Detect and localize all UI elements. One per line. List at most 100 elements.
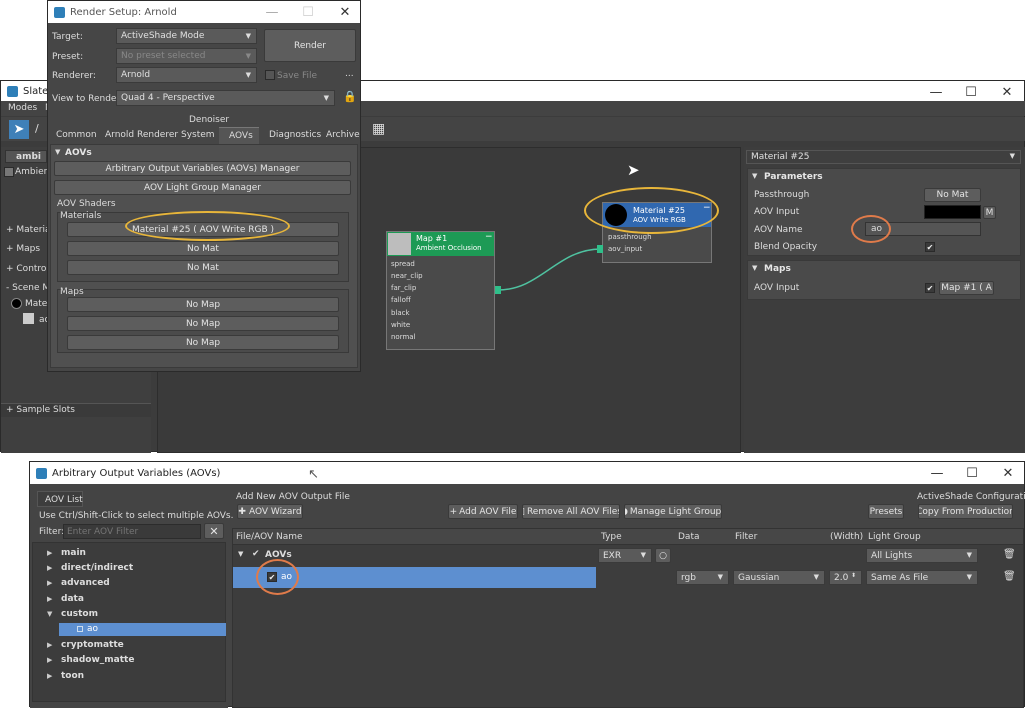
tab-system[interactable]: System <box>181 130 215 140</box>
renderer-dropdown[interactable]: Arnold ▼ <box>116 67 257 83</box>
col-type[interactable]: Type <box>601 532 622 542</box>
maps-aov-input-check[interactable]: ✔ <box>925 283 935 293</box>
tree-cryptomatte[interactable]: ▶ cryptomatte <box>47 640 124 650</box>
tree-custom[interactable]: ▼ custom <box>47 609 98 619</box>
col-width[interactable]: (Width) <box>830 532 863 542</box>
tree-custom-ao[interactable]: ao <box>59 623 226 636</box>
save-file-browse[interactable]: ... <box>345 69 354 79</box>
filter-label: Filter: <box>39 527 65 537</box>
tree-direct-indirect[interactable]: ▶ direct/indirect <box>47 563 133 573</box>
aov-filter-input[interactable] <box>63 524 201 539</box>
col-light-group[interactable]: Light Group <box>868 532 921 542</box>
copy-from-production-button[interactable]: Copy From Production <box>918 504 1013 519</box>
aov-input-color[interactable] <box>924 205 981 219</box>
port-aov-input[interactable]: aov_input <box>608 245 642 253</box>
close-icon[interactable]: ✕ <box>991 462 1025 484</box>
port-white[interactable]: white <box>391 321 410 329</box>
tree-shadow-matte[interactable]: ▶ shadow_matte <box>47 655 134 665</box>
tree-toon[interactable]: ▶ toon <box>47 671 84 681</box>
light-group-dropdown[interactable]: Same As File ▼ <box>866 570 978 585</box>
lock-icon[interactable]: 🔒 <box>343 90 357 103</box>
aov-shaders-label: AOV Shaders <box>57 199 116 209</box>
port-normal[interactable]: normal <box>391 333 416 341</box>
table-row[interactable]: ✔ ao rgb ▼ Gaussian ▼ 2.0 ⬍ Same As File ▼ 🗑 <box>233 567 1023 588</box>
maximize-icon[interactable]: ☐ <box>291 1 325 23</box>
col-name[interactable]: File/AOV Name <box>236 532 303 542</box>
render-setup-titlebar[interactable]: Render Setup: Arnold — ☐ ✕ <box>48 1 360 23</box>
parameters-header[interactable]: Parameters <box>764 172 823 182</box>
tab-arnold-renderer[interactable]: Arnold Renderer <box>105 130 178 140</box>
material-slot-2[interactable]: No Mat <box>67 241 339 256</box>
presets-button[interactable]: Presets <box>868 504 904 519</box>
tree-data[interactable]: ▶ data <box>47 594 84 604</box>
manage-light-groups-button[interactable]: ●Manage Light Groups <box>624 504 722 519</box>
preset-dropdown[interactable]: No preset selected ▼ <box>116 48 257 64</box>
passthrough-label: Passthrough <box>754 190 810 200</box>
type-options-icon[interactable]: ○ <box>655 548 671 563</box>
aov-wizard-button[interactable]: ✚ AOV Wizard <box>237 504 303 519</box>
data-dropdown[interactable]: rgb ▼ <box>676 570 729 585</box>
material-selector[interactable]: Material #25 ▼ <box>746 150 1021 164</box>
highlight-ao-row <box>256 559 299 595</box>
aov-titlebar[interactable]: Arbitrary Output Variables (AOVs) — ☐ ✕ <box>30 462 1024 484</box>
render-button[interactable]: Render <box>264 29 356 62</box>
blend-opacity-check[interactable]: ✔ <box>925 242 935 252</box>
add-aov-file-button[interactable]: + Add AOV File <box>448 504 518 519</box>
light-group-manager-button[interactable]: AOV Light Group Manager <box>54 180 351 195</box>
highlight-material-slot <box>125 211 290 241</box>
type-dropdown[interactable]: EXR ▼ <box>598 548 652 563</box>
col-filter[interactable]: Filter <box>735 532 757 542</box>
render-tabs: Common Arnold Renderer System AOVs Diagn… <box>48 127 362 144</box>
port-far-clip[interactable]: far_clip <box>391 284 416 292</box>
port-spread[interactable]: spread <box>391 260 415 268</box>
plus-icon: + <box>449 506 458 517</box>
view-dropdown[interactable]: Quad 4 - Perspective ▼ <box>116 90 335 106</box>
aov-table-header: File/AOV Name Type Data Filter (Width) L… <box>233 529 1023 545</box>
aov-input-label: AOV Input <box>754 207 800 217</box>
target-dropdown[interactable]: ActiveShade Mode ▼ <box>116 28 257 44</box>
width-spinner[interactable]: 2.0 ⬍ <box>829 570 862 585</box>
cursor-icon: ➤ <box>627 161 640 179</box>
light-group-dropdown[interactable]: All Lights ▼ <box>866 548 978 563</box>
passthrough-button[interactable]: No Mat <box>924 188 981 202</box>
maps-header[interactable]: Maps <box>764 264 791 274</box>
aovs-rollout-header[interactable]: AOVs <box>65 148 92 158</box>
highlight-material-node <box>584 187 719 234</box>
minimize-icon[interactable]: — <box>920 462 954 484</box>
aov-list-tab[interactable]: AOV List <box>37 491 83 507</box>
port-falloff[interactable]: falloff <box>391 296 411 304</box>
save-file-check[interactable] <box>265 70 275 80</box>
col-data[interactable]: Data <box>678 532 700 542</box>
aov-tree: ▶ main ▶ direct/indirect ▶ advanced ▶ data ▼… <box>32 542 226 702</box>
maximize-icon[interactable]: ☐ <box>955 462 989 484</box>
maps-aov-input-button[interactable]: Map #1 ( A <box>939 281 994 295</box>
port-near-clip[interactable]: near_clip <box>391 272 423 280</box>
rollout-triangle-icon: ▼ <box>752 264 758 272</box>
tree-main[interactable]: ▶ main <box>47 548 86 558</box>
minimize-icon[interactable]: — <box>255 1 289 23</box>
material-slot-3[interactable]: No Mat <box>67 260 339 275</box>
delete-icon[interactable]: 🗑 <box>1003 571 1016 582</box>
map-slot-2[interactable]: No Map <box>67 316 339 331</box>
tab-common[interactable]: Common <box>56 130 97 140</box>
tab-archive[interactable]: Archive <box>326 130 360 140</box>
tab-diagnostics[interactable]: Diagnostics <box>269 130 321 140</box>
cursor-icon: ↖ <box>308 467 319 482</box>
port-black[interactable]: black <box>391 309 410 317</box>
delete-icon[interactable]: 🗑 <box>1003 549 1016 560</box>
tab-aovs[interactable]: AOVs <box>219 127 259 144</box>
table-row[interactable]: ▼ ✔ AOVs EXR ▼ ○ All Lights ▼ 🗑 <box>233 546 1023 566</box>
aov-manager-button[interactable]: Arbitrary Output Variables (AOVs) Manage… <box>54 161 351 176</box>
view-label: View to Render: <box>52 94 124 104</box>
map-slot-1[interactable]: No Map <box>67 297 339 312</box>
filter-dropdown[interactable]: Gaussian ▼ <box>733 570 825 585</box>
map-slot-3[interactable]: No Map <box>67 335 339 350</box>
close-icon[interactable]: ✕ <box>328 1 362 23</box>
row-check-icon[interactable]: ✔ <box>252 549 260 559</box>
tree-advanced[interactable]: ▶ advanced <box>47 578 110 588</box>
expand-triangle-icon[interactable]: ▼ <box>238 550 243 558</box>
port-passthrough[interactable]: passthrough <box>608 233 652 241</box>
remove-all-button[interactable]: ▯Remove All AOV Files <box>522 504 620 519</box>
aov-input-map-button[interactable]: M <box>983 206 996 219</box>
clear-filter-button[interactable]: ✕ <box>204 523 224 539</box>
